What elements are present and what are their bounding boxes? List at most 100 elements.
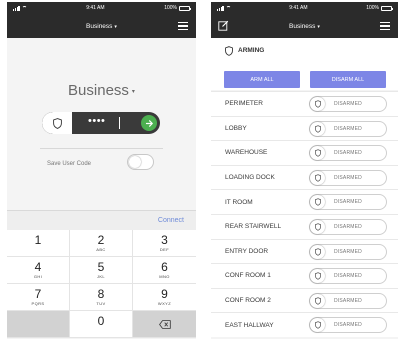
- keypad-key[interactable]: 0: [70, 311, 133, 338]
- business-title: Business: [68, 82, 129, 99]
- key-letters: DEF: [159, 247, 170, 252]
- hamburger-icon[interactable]: [178, 22, 188, 30]
- zone-row: CONF ROOM 1 DISARMED: [211, 263, 398, 288]
- edit-icon[interactable]: [218, 20, 229, 31]
- keypad-key[interactable]: 2 ABC: [70, 230, 133, 257]
- shield-icon: [310, 195, 325, 210]
- disarm-all-button[interactable]: DISARM ALL: [310, 71, 386, 88]
- zone-arm-toggle[interactable]: DISARMED: [309, 243, 387, 260]
- keypad-key[interactable]: 9 WXYZ: [133, 284, 196, 311]
- zone-state: DISARMED: [334, 101, 362, 107]
- zone-state: DISARMED: [334, 174, 362, 181]
- shield-icon: [310, 244, 325, 259]
- key-letters: PQRS: [31, 301, 45, 306]
- zone-name: PERIMETER: [225, 100, 263, 108]
- backspace-button[interactable]: [133, 311, 196, 338]
- keypad-key[interactable]: 4 GHI: [7, 257, 70, 284]
- keypad-header: Connect: [7, 210, 196, 230]
- nav-bar: Business ▾: [7, 14, 196, 38]
- keypad-key[interactable]: 7 PQRS: [7, 284, 70, 311]
- submit-button[interactable]: [141, 115, 157, 131]
- nav-bar: Business ▾: [211, 14, 398, 38]
- zone-arm-toggle[interactable]: DISARMED: [309, 145, 387, 162]
- zone-name: LOBBY: [225, 124, 247, 132]
- key-digit: 2: [97, 233, 105, 247]
- arming-screen: 9:41 AM 100% Business ▾ ARMING ARM ALL DI…: [211, 2, 398, 339]
- zone-state: DISARMED: [334, 273, 362, 280]
- zone-row: REAR STAIRWELL DISARMED: [211, 213, 398, 239]
- zone-name: LOADING DOCK: [225, 174, 275, 182]
- key-digit: 6: [161, 260, 168, 274]
- keypad-key[interactable]: 3 DEF: [133, 230, 196, 257]
- zone-state: DISARMED: [334, 322, 362, 329]
- zone-arm-toggle[interactable]: DISARMED: [309, 292, 387, 309]
- key-letters: ABC: [96, 247, 106, 252]
- zone-arm-toggle[interactable]: DISARMED: [309, 218, 387, 235]
- zone-state: DISARMED: [334, 248, 362, 255]
- key-digit: 8: [97, 287, 105, 301]
- signal-icon: [13, 5, 20, 11]
- save-user-code-label: Save User Code: [47, 161, 92, 167]
- business-selector[interactable]: Business ▾: [7, 82, 196, 99]
- zone-state: DISARMED: [334, 297, 362, 304]
- zone-arm-toggle[interactable]: DISARMED: [309, 194, 387, 211]
- shield-icon: [310, 269, 325, 284]
- key-digit: 7: [34, 287, 42, 301]
- nav-title-dropdown[interactable]: Business ▾: [289, 23, 320, 30]
- connect-link[interactable]: Connect: [158, 217, 184, 224]
- caret-down-icon: ▾: [317, 23, 320, 30]
- user-code-value: ••••: [88, 115, 106, 127]
- shield-icon: [310, 318, 325, 333]
- shield-icon: [310, 146, 325, 161]
- key-letters: JKL: [96, 274, 106, 279]
- battery-percent: 100%: [366, 5, 379, 11]
- keypad-key[interactable]: 8 TUV: [70, 284, 133, 311]
- zone-arm-toggle[interactable]: DISARMED: [309, 169, 387, 186]
- zone-state: DISARMED: [334, 150, 362, 157]
- zone-name: CONF ROOM 1: [225, 272, 271, 280]
- key-letters: WXYZ: [157, 301, 172, 306]
- key-letters: GHI: [33, 274, 43, 279]
- zone-row: PERIMETER DISARMED: [211, 91, 398, 116]
- key-digit: 4: [34, 260, 42, 274]
- shield-icon: [225, 45, 233, 56]
- zone-list: PERIMETER DISARMED LOBBY DISARMED WAREHOUSE D…: [211, 91, 398, 337]
- zone-arm-toggle[interactable]: DISARMED: [309, 96, 387, 112]
- arming-header: ARMING: [211, 38, 398, 63]
- numeric-keypad: 1 2 ABC 3 DEF 4 GHI 5 JKL 6 MNO 7 PQRS 8 TUV 9 WXYZ 0: [7, 230, 196, 338]
- key-digit: 0: [97, 314, 105, 328]
- keypad-key[interactable]: 5 JKL: [70, 257, 133, 284]
- key-digit: 3: [161, 233, 168, 247]
- keypad-blank: [7, 311, 70, 338]
- status-time: 9:41 AM: [289, 5, 308, 11]
- wifi-icon: [225, 6, 231, 10]
- signal-icon: [217, 5, 224, 11]
- shield-icon: [310, 170, 325, 185]
- key-digit: 9: [161, 287, 168, 301]
- keypad-key[interactable]: 1: [7, 230, 70, 257]
- save-user-code-toggle[interactable]: [127, 154, 154, 170]
- key-digit: 1: [34, 233, 42, 247]
- zone-arm-toggle[interactable]: DISARMED: [309, 317, 387, 334]
- keypad-key[interactable]: 6 MNO: [133, 257, 196, 284]
- zone-row: WAREHOUSE DISARMED: [211, 140, 398, 165]
- divider: [40, 148, 163, 149]
- key-letters: TUV: [96, 301, 106, 306]
- zone-name: CONF ROOM 2: [225, 297, 271, 305]
- arm-all-button[interactable]: ARM ALL: [224, 71, 300, 88]
- zone-state: DISARMED: [334, 199, 362, 206]
- battery-percent: 100%: [164, 5, 177, 11]
- zone-row: LOADING DOCK DISARMED: [211, 164, 398, 190]
- nav-title-dropdown[interactable]: Business ▾: [86, 23, 117, 30]
- user-code-field[interactable]: ••••: [42, 112, 160, 134]
- status-bar: 9:41 AM 100%: [7, 2, 196, 14]
- text-cursor: [119, 117, 120, 129]
- battery-indicator: 100%: [366, 5, 393, 11]
- shield-icon: [310, 97, 325, 111]
- hamburger-icon[interactable]: [380, 22, 390, 30]
- zone-arm-toggle[interactable]: DISARMED: [309, 268, 387, 285]
- zone-arm-toggle[interactable]: DISARMED: [309, 120, 387, 137]
- battery-icon: [179, 5, 191, 11]
- zone-name: WAREHOUSE: [225, 149, 268, 157]
- zone-row: ENTRY DOOR DISARMED: [211, 238, 398, 264]
